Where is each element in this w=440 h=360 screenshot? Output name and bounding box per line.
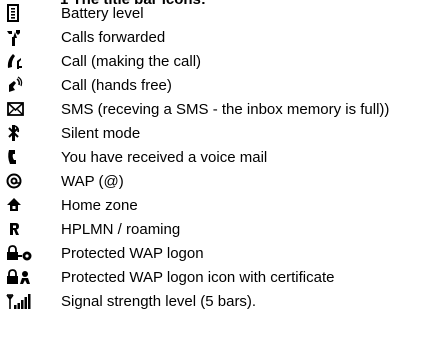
item-label: Call (making the call) bbox=[61, 53, 202, 70]
list-item: Call (making the call) bbox=[0, 50, 440, 74]
list-item: Protected WAP logon bbox=[0, 242, 440, 266]
item-label: You have received a voice mail bbox=[61, 149, 268, 166]
list-item: SMS (receving a SMS - the inbox memory i… bbox=[0, 98, 440, 122]
roaming-icon bbox=[6, 220, 50, 240]
voice-mail-icon bbox=[6, 148, 50, 168]
wap-at-icon bbox=[6, 172, 50, 192]
item-label: Silent mode bbox=[61, 125, 141, 142]
item-label: SMS (receving a SMS - the inbox memory i… bbox=[61, 101, 390, 118]
hands-free-icon bbox=[6, 76, 50, 96]
calls-forwarded-icon bbox=[6, 28, 50, 48]
call-making-icon bbox=[6, 52, 50, 72]
sms-full-icon bbox=[6, 100, 50, 120]
item-label: WAP (@) bbox=[61, 173, 124, 190]
item-label: Battery level bbox=[61, 5, 144, 22]
item-label: Protected WAP logon icon with certificat… bbox=[61, 269, 335, 286]
item-label: Home zone bbox=[61, 197, 138, 214]
list-item: You have received a voice mail bbox=[0, 146, 440, 170]
list-item: Signal strength level (5 bars). bbox=[0, 290, 440, 314]
list-item: HPLMN / roaming bbox=[0, 218, 440, 242]
list-item: Calls forwarded bbox=[0, 26, 440, 50]
list-item: WAP (@) bbox=[0, 170, 440, 194]
item-label: Signal strength level (5 bars). bbox=[61, 293, 257, 310]
signal-strength-icon bbox=[6, 292, 50, 312]
item-label: Calls forwarded bbox=[61, 29, 166, 46]
list-item: Home zone bbox=[0, 194, 440, 218]
wap-certificate-icon bbox=[6, 268, 50, 288]
list-item: Protected WAP logon icon with certificat… bbox=[0, 266, 440, 290]
list-item: Call (hands free) bbox=[0, 74, 440, 98]
list-item: Battery level bbox=[0, 2, 440, 26]
item-label: HPLMN / roaming bbox=[61, 221, 181, 238]
protected-wap-icon bbox=[6, 244, 50, 264]
item-label: Protected WAP logon bbox=[61, 245, 204, 262]
battery-icon bbox=[6, 4, 50, 24]
list-item: Silent mode bbox=[0, 122, 440, 146]
silent-mode-icon bbox=[6, 124, 50, 144]
item-label: Call (hands free) bbox=[61, 77, 172, 94]
home-zone-icon bbox=[6, 196, 50, 216]
